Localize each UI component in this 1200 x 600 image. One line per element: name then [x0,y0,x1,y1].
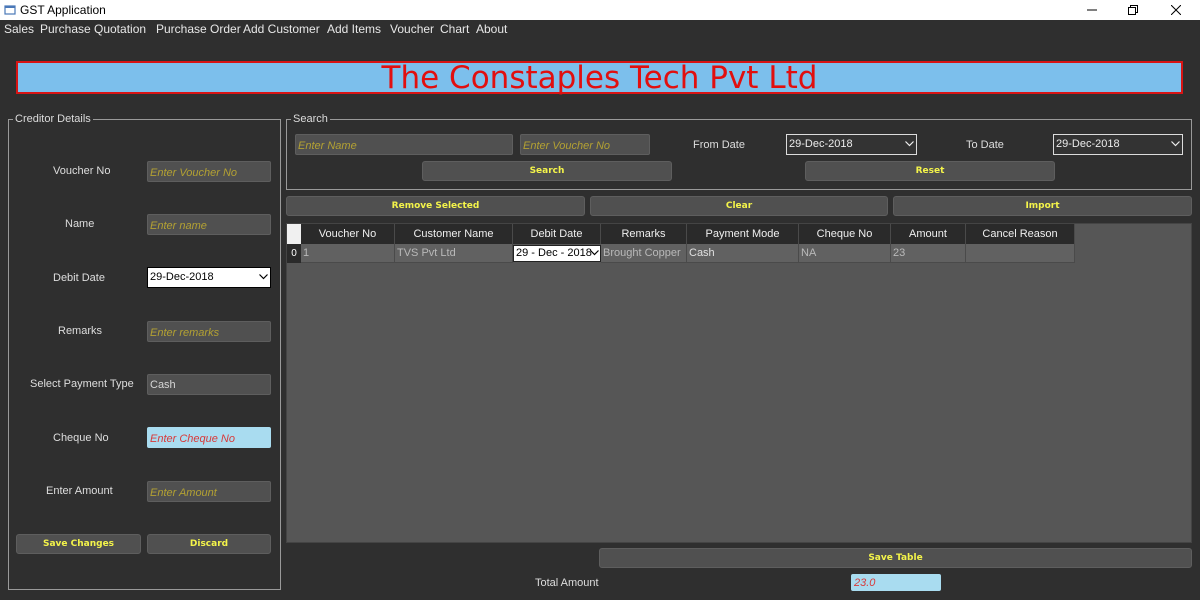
remove-selected-button[interactable]: Remove Selected [286,196,585,216]
close-icon [1171,5,1181,15]
import-button[interactable]: Import [893,196,1192,216]
menu-about[interactable]: About [476,22,507,36]
from-date-label: From Date [693,139,745,151]
payment-type-select[interactable]: Cash [147,374,271,395]
menu-bar: Sales Purchase Quotation Purchase Order … [0,20,1200,38]
debit-date-picker[interactable]: 29-Dec-2018 [147,267,271,288]
chevron-down-icon [905,141,914,147]
creditor-details-group: Creditor Details [8,113,281,590]
to-date-value: 29-Dec-2018 [1056,138,1120,150]
payment-type-label: Select Payment Type [30,378,134,390]
table-corner[interactable] [287,224,301,244]
to-date-picker[interactable]: 29-Dec-2018 [1053,134,1183,155]
row-header[interactable]: 0 [287,244,301,263]
clear-button[interactable]: Clear [590,196,888,216]
voucher-no-label: Voucher No [53,165,111,177]
amount-input[interactable]: Enter Amount [147,481,271,502]
column-header-remarks[interactable]: Remarks [601,224,687,244]
total-amount-value: 23.0 [851,574,941,591]
menu-add-items[interactable]: Add Items [327,22,381,36]
discard-button[interactable]: Discard [147,534,271,554]
cell-cancel-reason[interactable] [966,244,1075,263]
column-header-debit-date[interactable]: Debit Date [513,224,601,244]
remarks-label: Remarks [58,325,103,337]
search-name-input[interactable]: Enter Name [295,134,513,155]
restore-button[interactable] [1110,0,1156,20]
company-name: The Constaples Tech Pvt Ltd [381,60,818,96]
voucher-no-input[interactable]: Enter Voucher No [147,161,271,182]
menu-purchase[interactable]: Purchase [40,22,91,36]
minimize-icon [1087,9,1097,11]
cell-customer-name[interactable]: TVS Pvt Ltd [395,244,513,263]
window-title: GST Application [20,3,106,17]
column-header-amount[interactable]: Amount [891,224,966,244]
menu-voucher[interactable]: Voucher [390,22,434,36]
cell-remarks[interactable]: Brought Copper [601,244,687,263]
menu-quotation[interactable]: Quotation [94,22,146,36]
cell-debit-date-value: 29 - Dec - 2018 [516,247,592,259]
save-table-button[interactable]: Save Table [599,548,1192,568]
cell-voucher-no[interactable]: 1 [301,244,395,263]
cell-amount[interactable]: 23 [891,244,966,263]
remarks-input[interactable]: Enter remarks [147,321,271,342]
close-button[interactable] [1153,0,1199,20]
debit-date-value: 29-Dec-2018 [150,271,214,283]
reset-button[interactable]: Reset [805,161,1055,181]
cell-debit-date-picker[interactable]: 29 - Dec - 2018 [513,245,601,262]
minimize-button[interactable] [1069,0,1115,20]
menu-purchase-order[interactable]: Purchase Order [156,22,241,36]
debit-date-label: Debit Date [53,272,105,284]
search-voucher-input[interactable]: Enter Voucher No [520,134,650,155]
column-header-cancel-reason[interactable]: Cancel Reason [966,224,1075,244]
app-icon [4,4,16,16]
creditor-details-title: Creditor Details [13,113,93,125]
menu-sales[interactable]: Sales [4,22,34,36]
from-date-value: 29-Dec-2018 [789,138,853,150]
menu-chart[interactable]: Chart [440,22,469,36]
column-header-customer-name[interactable]: Customer Name [395,224,513,244]
chevron-down-icon [590,250,599,256]
cheque-no-label: Cheque No [53,432,109,444]
company-banner: The Constaples Tech Pvt Ltd [16,61,1183,94]
title-bar: GST Application [0,0,1200,20]
name-input[interactable]: Enter name [147,214,271,235]
column-header-voucher-no[interactable]: Voucher No [301,224,395,244]
cell-cheque-no[interactable]: NA [799,244,891,263]
menu-add-customer[interactable]: Add Customer [243,22,320,36]
column-header-cheque-no[interactable]: Cheque No [799,224,891,244]
voucher-table: Voucher No Customer Name Debit Date Rema… [286,223,1192,543]
name-label: Name [65,218,95,230]
cheque-no-input[interactable]: Enter Cheque No [147,427,271,448]
to-date-label: To Date [966,139,1004,151]
column-header-payment-mode[interactable]: Payment Mode [687,224,799,244]
search-button[interactable]: Search [422,161,672,181]
total-amount-label: Total Amount [535,577,599,589]
from-date-picker[interactable]: 29-Dec-2018 [786,134,917,155]
search-group-title: Search [291,113,330,125]
restore-icon [1128,5,1138,15]
cell-payment-mode[interactable]: Cash [687,244,799,263]
chevron-down-icon [259,274,268,280]
save-changes-button[interactable]: Save Changes [16,534,141,554]
chevron-down-icon [1171,141,1180,147]
amount-label: Enter Amount [46,485,113,497]
